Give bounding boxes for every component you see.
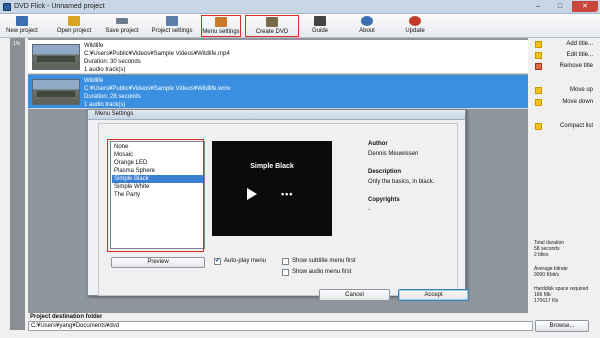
browse-button[interactable]: Browse...	[535, 320, 589, 332]
dialog-body: None Mosaic Orange LED Plasma Sphere Sim…	[98, 123, 469, 301]
new-project-icon	[16, 16, 28, 26]
subtitle-first-label: Show subtitle menu first	[292, 258, 356, 264]
title-audio: 1 audio track(s)	[84, 67, 126, 73]
preview-button[interactable]: Preview	[111, 257, 205, 268]
video-thumbnail	[32, 44, 80, 70]
about-button[interactable]: About	[350, 15, 384, 37]
description-label: Description	[368, 169, 402, 175]
title-row[interactable]: Wildlife C:¥Users¥Public¥Videos¥Sample V…	[28, 40, 528, 74]
checkbox-unchecked[interactable]	[282, 269, 289, 276]
toolbar-label: Update	[405, 28, 425, 34]
move-up-button[interactable]: Move up	[535, 86, 597, 96]
author-label: Author	[368, 141, 388, 147]
add-title-label: Add title...	[566, 41, 593, 47]
audio-first-checkbox[interactable]: Show audio menu first	[282, 269, 362, 277]
audio-first-label: Show audio menu first	[292, 269, 352, 275]
menu-settings-icon	[215, 17, 227, 27]
title-duration: Duration: 30 seconds	[84, 59, 141, 65]
title-count: 2 titles	[534, 252, 549, 258]
accept-button[interactable]: Accept	[398, 289, 469, 301]
destination-input[interactable]: C:¥Users¥yang¥Documents¥dvd	[28, 321, 533, 331]
title-name: Wildlife	[84, 43, 104, 49]
avg-bitrate-value: 9000 Kbit/s	[534, 272, 560, 278]
window-title: DVD Flick - Unnamed project	[14, 3, 105, 10]
project-settings-button[interactable]: Project settings	[146, 15, 198, 37]
video-thumbnail	[32, 79, 80, 105]
toolbar-label: Guide	[311, 28, 328, 34]
checkbox-unchecked[interactable]	[282, 258, 289, 265]
save-project-icon	[116, 18, 128, 24]
update-button[interactable]: Update	[398, 15, 432, 37]
autoplay-checkbox[interactable]: ✔ Auto-play menu	[214, 258, 274, 266]
add-title-button[interactable]: Add title...	[535, 40, 597, 50]
dialog-title: Menu Settings	[95, 111, 134, 117]
menu-settings-button[interactable]: Menu settings	[201, 15, 241, 37]
toolbar-label: Save project	[105, 28, 139, 34]
edit-title-button[interactable]: Edit title...	[535, 51, 597, 61]
remove-title-label: Remove title	[559, 63, 593, 69]
new-project-button[interactable]: New project	[2, 15, 42, 37]
cancel-button[interactable]: Cancel	[319, 289, 390, 301]
toolbar-label: New project	[6, 28, 38, 34]
highlight-box	[107, 139, 204, 252]
maximize-button[interactable]: □	[550, 1, 570, 12]
title-bar: DVD Flick - Unnamed project – □ ✕	[0, 0, 600, 14]
remove-icon	[535, 63, 542, 70]
progress-strip: 1%	[10, 38, 25, 330]
project-settings-icon	[166, 16, 178, 26]
toolbar-label: Open project	[56, 28, 92, 34]
autoplay-label: Auto-play menu	[224, 258, 267, 264]
open-project-icon	[68, 16, 80, 26]
compact-list-button[interactable]: Compact list	[535, 122, 597, 132]
title-row-selected[interactable]: Wildlife C:¥Users¥Public¥Videos¥Sample V…	[28, 75, 528, 109]
compact-list-label: Compact list	[559, 123, 593, 129]
add-icon	[535, 41, 542, 48]
guide-button[interactable]: Guide	[303, 15, 337, 37]
compact-list-icon	[535, 123, 542, 130]
toolbar-label: Create DVD	[255, 29, 289, 35]
dialog-title-bar: Menu Settings	[88, 110, 465, 120]
menu-settings-dialog: Menu Settings None Mosaic Orange LED Pla…	[87, 109, 469, 301]
author-value: Dennis Meuwissen	[368, 151, 419, 157]
edit-icon	[535, 52, 542, 59]
description-value: Only the basics, in black.	[368, 179, 435, 185]
play-icon	[247, 188, 257, 200]
checkbox-checked[interactable]: ✔	[214, 258, 221, 265]
title-duration: Duration: 28 seconds	[84, 94, 141, 100]
create-dvd-button[interactable]: Create DVD	[245, 15, 299, 37]
save-project-button[interactable]: Save project	[100, 15, 144, 37]
toolbar-label: Menu settings	[202, 29, 240, 35]
update-icon	[409, 16, 421, 26]
toolbar-label: Project settings	[151, 28, 193, 34]
open-project-button[interactable]: Open project	[52, 15, 96, 37]
toolbar-label: About	[359, 28, 375, 34]
more-icon: •••	[281, 189, 294, 199]
arrow-up-icon	[535, 87, 542, 94]
menu-preview: Simple Black •••	[212, 141, 332, 236]
destination-label: Project destination folder	[30, 314, 103, 320]
create-dvd-icon	[266, 17, 278, 27]
move-down-button[interactable]: Move down	[535, 98, 597, 108]
app-icon	[3, 3, 11, 11]
title-audio: 1 audio track(s)	[84, 102, 126, 108]
copyrights-label: Copyrights	[368, 197, 400, 203]
arrow-down-icon	[535, 99, 542, 106]
minimize-button[interactable]: –	[528, 1, 548, 12]
remove-title-button[interactable]: Remove title	[535, 62, 597, 72]
close-button[interactable]: ✕	[572, 1, 598, 12]
title-path: C:¥Users¥Public¥Videos¥Sample Videos¥Wil…	[84, 51, 230, 57]
move-down-label: Move down	[562, 99, 593, 105]
guide-icon	[314, 16, 326, 26]
progress-percent: 1%	[13, 41, 21, 47]
subtitle-first-checkbox[interactable]: Show subtitle menu first	[282, 258, 362, 266]
toolbar: New project Open project Save project Pr…	[0, 14, 600, 38]
title-name: Wildlife	[84, 78, 104, 84]
copyrights-value: -	[368, 207, 370, 213]
title-path: C:¥Users¥Public¥Videos¥Sample Videos¥Wil…	[84, 86, 231, 92]
disk-space-kb: 170617 Kb	[534, 298, 559, 304]
preview-title: Simple Black	[250, 163, 294, 170]
edit-title-label: Edit title...	[566, 52, 593, 58]
about-icon	[361, 16, 373, 26]
move-up-label: Move up	[569, 87, 593, 93]
